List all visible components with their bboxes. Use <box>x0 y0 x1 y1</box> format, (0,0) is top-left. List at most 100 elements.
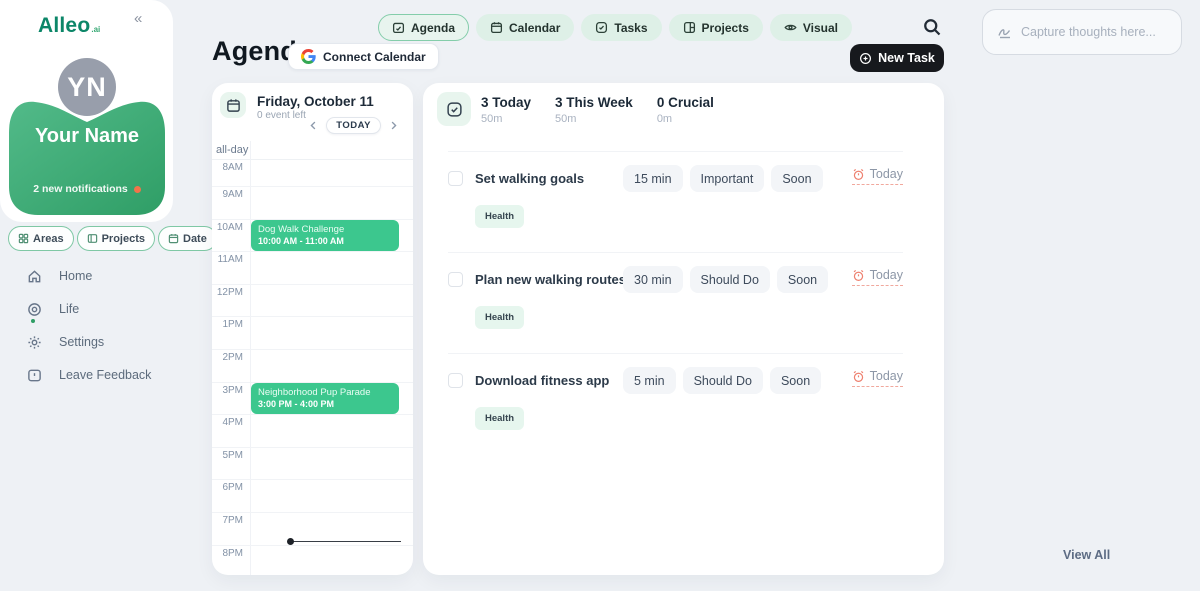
task-checkbox[interactable] <box>448 373 463 388</box>
areas-icon <box>18 233 29 244</box>
sidebar-collapse-icon[interactable]: « <box>134 10 142 27</box>
calendar-event[interactable]: Dog Walk Challenge 10:00 AM - 11:00 AM <box>251 220 399 251</box>
priority-pill[interactable]: Should Do <box>683 367 763 394</box>
task-title: Plan new walking routes <box>475 272 626 287</box>
tab-visual-label: Visual <box>803 21 838 35</box>
events-layer: Dog Walk Challenge 10:00 AM - 11:00 AM N… <box>250 160 413 575</box>
task-tag-health[interactable]: Health <box>475 205 524 228</box>
stat-crucial: 0 Crucial 0m <box>657 95 714 125</box>
filter-projects-button[interactable]: Projects <box>77 226 155 251</box>
tab-calendar-label: Calendar <box>509 21 560 35</box>
event-time: 3:00 PM - 4:00 PM <box>258 399 392 410</box>
task-checkbox[interactable] <box>448 171 463 186</box>
filter-areas-button[interactable]: Areas <box>8 226 74 251</box>
calendar-time-grid[interactable]: 8AM 9AM 10AM 11AM 12PM 1PM 2PM 3PM 4PM 5… <box>212 160 413 575</box>
hour-label: 2PM <box>212 352 243 363</box>
app-logo: Alleo .ai <box>38 14 100 38</box>
alarm-icon <box>852 269 865 282</box>
all-day-row: all-day <box>212 141 413 160</box>
filter-date-button[interactable]: Date <box>158 226 217 251</box>
calendar-icon <box>168 233 179 244</box>
task-tag-health[interactable]: Health <box>475 407 524 430</box>
today-button[interactable]: TODAY <box>326 117 381 134</box>
duration-pill[interactable]: 5 min <box>623 367 676 394</box>
avatar[interactable]: YN <box>58 58 116 116</box>
tasks-list: Set walking goals 15 min Important Soon … <box>423 151 944 454</box>
urgency-pill[interactable]: Soon <box>777 266 828 293</box>
hour-label: 10AM <box>212 222 243 233</box>
tab-projects-label: Projects <box>702 21 749 35</box>
projects-icon <box>683 21 696 34</box>
duration-pill[interactable]: 15 min <box>623 165 683 192</box>
google-logo-icon <box>301 49 316 64</box>
task-checkbox[interactable] <box>448 272 463 287</box>
app-logo-suffix: .ai <box>91 25 100 34</box>
calendar-panel: Friday, October 11 0 event left TODAY al… <box>212 83 413 575</box>
target-icon <box>27 302 42 317</box>
tab-calendar[interactable]: Calendar <box>476 14 574 41</box>
alarm-icon <box>852 168 865 181</box>
task-row: Plan new walking routes 30 min Should Do… <box>423 252 944 353</box>
tab-agenda[interactable]: Agenda <box>378 14 469 41</box>
tab-tasks-label: Tasks <box>614 21 647 35</box>
duration-pill[interactable]: 30 min <box>623 266 683 293</box>
tasks-panel: 3 Today 50m 3 This Week 50m 0 Crucial 0m… <box>423 83 944 575</box>
event-title: Dog Walk Challenge <box>258 224 392 235</box>
hour-label: 4PM <box>212 417 243 428</box>
hour-label: 5PM <box>212 450 243 461</box>
task-tag-health[interactable]: Health <box>475 306 524 329</box>
due-date[interactable]: Today <box>852 167 903 185</box>
plus-circle-icon <box>859 52 872 65</box>
filter-date-label: Date <box>183 233 207 245</box>
agenda-icon <box>392 21 405 34</box>
sidebar-filters: Areas Projects Date <box>8 226 217 251</box>
sidebar-item-home[interactable]: Home <box>27 266 151 286</box>
new-task-button[interactable]: New Task <box>850 44 944 72</box>
filter-areas-label: Areas <box>33 233 64 245</box>
urgency-pill[interactable]: Soon <box>771 165 822 192</box>
gear-icon <box>27 335 42 350</box>
tasks-panel-icon-box <box>437 92 471 126</box>
sidebar-item-settings[interactable]: Settings <box>27 332 151 352</box>
sidebar-item-feedback-label: Leave Feedback <box>59 368 151 382</box>
sidebar-menu: Home Life Settings Leave Feedback <box>27 266 151 385</box>
search-icon[interactable] <box>922 17 944 39</box>
chevron-right-icon[interactable] <box>388 120 399 131</box>
capture-thoughts-box[interactable] <box>982 9 1182 55</box>
tab-visual[interactable]: Visual <box>770 14 852 41</box>
capture-thoughts-input[interactable] <box>1021 25 1167 39</box>
eye-icon <box>784 21 797 34</box>
priority-pill[interactable]: Should Do <box>690 266 770 293</box>
check-square-icon <box>446 101 463 118</box>
calendar-date-title: Friday, October 11 <box>257 94 374 109</box>
priority-pill[interactable]: Important <box>690 165 765 192</box>
sidebar-item-feedback[interactable]: Leave Feedback <box>27 365 151 385</box>
task-row: Download fitness app 5 min Should Do Soo… <box>423 353 944 454</box>
due-date-label: Today <box>870 268 903 282</box>
sidebar-item-life[interactable]: Life <box>27 299 151 319</box>
top-navigation: Agenda Calendar Tasks Projects Visual <box>378 14 852 41</box>
connect-calendar-button[interactable]: Connect Calendar <box>288 43 439 70</box>
view-all-link[interactable]: View All <box>1063 548 1110 562</box>
due-date[interactable]: Today <box>852 369 903 387</box>
stat-today: 3 Today 50m <box>481 95 531 125</box>
event-title: Neighborhood Pup Parade <box>258 387 392 398</box>
stat-this-week-minutes: 50m <box>555 113 633 125</box>
due-date[interactable]: Today <box>852 268 903 286</box>
task-title: Download fitness app <box>475 373 609 388</box>
stat-crucial-label: 0 Crucial <box>657 95 714 110</box>
chevron-left-icon[interactable] <box>308 120 319 131</box>
calendar-event[interactable]: Neighborhood Pup Parade 3:00 PM - 4:00 P… <box>251 383 399 414</box>
tab-projects[interactable]: Projects <box>669 14 763 41</box>
calendar-panel-icon-box <box>220 92 246 118</box>
task-row: Set walking goals 15 min Important Soon … <box>423 151 944 252</box>
calendar-icon <box>226 98 241 113</box>
due-date-label: Today <box>870 167 903 181</box>
task-stats: 3 Today 50m 3 This Week 50m 0 Crucial 0m <box>481 95 714 125</box>
sidebar-item-life-label: Life <box>59 302 79 316</box>
stat-this-week-label: 3 This Week <box>555 95 633 110</box>
tab-tasks[interactable]: Tasks <box>581 14 661 41</box>
stat-today-label: 3 Today <box>481 95 531 110</box>
urgency-pill[interactable]: Soon <box>770 367 821 394</box>
hour-label: 11AM <box>212 254 243 265</box>
